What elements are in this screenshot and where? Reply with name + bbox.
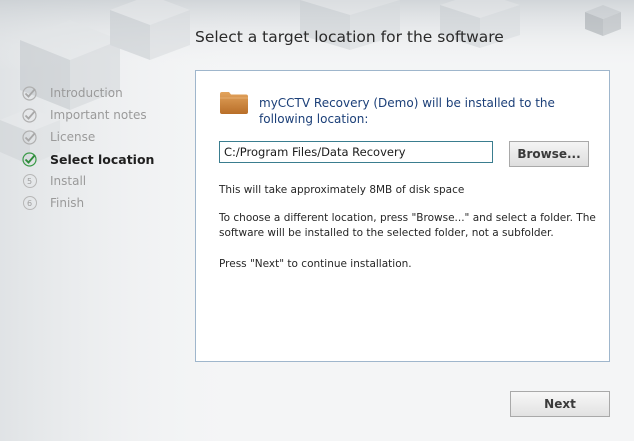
check-icon — [22, 107, 37, 123]
next-button[interactable]: Next — [510, 391, 610, 417]
folder-icon — [220, 92, 248, 114]
install-path-input[interactable] — [219, 141, 493, 163]
step-introduction: Introduction — [22, 82, 154, 104]
step-label: License — [50, 130, 96, 144]
step-finish: 6 Finish — [22, 192, 154, 214]
continue-hint: Press "Next" to continue installation. — [219, 258, 412, 270]
check-icon — [22, 151, 37, 167]
step-label: Finish — [50, 196, 85, 210]
page-title: Select a target location for the softwar… — [195, 28, 504, 46]
step-label: Select location — [50, 151, 155, 167]
location-panel: myCCTV Recovery (Demo) will be installed… — [195, 70, 610, 362]
step-install: 5 Install — [22, 170, 154, 192]
step-license: License — [22, 126, 154, 148]
wizard-steps: Introduction Important notes License Sel… — [22, 82, 154, 214]
install-message: myCCTV Recovery (Demo) will be installed… — [259, 96, 555, 126]
browse-button[interactable]: Browse... — [509, 141, 589, 167]
check-icon — [22, 85, 37, 101]
choose-location-hint: To choose a different location, press "B… — [219, 212, 596, 239]
step-important-notes: Important notes — [22, 104, 154, 126]
step-number-icon: 6 — [22, 196, 37, 211]
step-select-location: Select location — [22, 148, 154, 170]
step-label: Important notes — [50, 108, 147, 122]
disk-space-text: This will take approximately 8MB of disk… — [219, 184, 465, 196]
check-icon — [22, 129, 37, 145]
step-label: Introduction — [50, 86, 123, 100]
step-label: Install — [50, 174, 87, 188]
step-number-icon: 5 — [22, 174, 37, 189]
